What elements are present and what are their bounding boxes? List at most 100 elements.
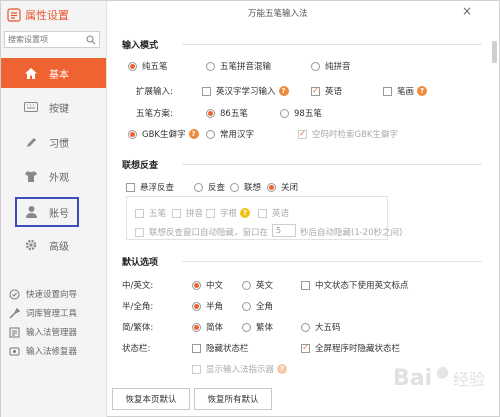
radio-control[interactable] [230,182,239,192]
close-icon[interactable]: × [462,4,472,18]
option-label: 空码时检索GBK生僻字 [312,130,398,140]
radio-pure-wubi[interactable]: 纯五笔 [128,60,168,72]
nav-label: 习惯 [49,138,69,150]
radio-full-width[interactable]: 全角 [242,300,273,312]
radio-associate[interactable]: 联想 [230,181,261,193]
radio-half-width[interactable]: 半角 [192,300,223,312]
check-auto-hide[interactable]: 联想反查窗口自动隐藏，窗口在 [135,226,268,238]
radio-simplified[interactable]: 简体 [192,321,223,333]
checkbox[interactable] [202,86,211,96]
checkbox[interactable] [135,227,144,237]
check-english[interactable]: ✓ 英语 [311,85,342,97]
checkbox[interactable] [258,208,267,218]
tool-dict-manager[interactable]: 词库管理工具 [9,305,77,321]
sidebar: 属性设置 基本 按键 习惯 外观 账号 高级 [1,1,107,417]
scrollbar[interactable] [491,31,499,346]
radio-gbk-rare[interactable]: GBK生僻字? [128,128,199,140]
search-box[interactable] [4,31,100,48]
restore-all-button[interactable]: 恢复所有默认 [194,388,272,410]
option-label: 英语 [325,87,343,97]
check-hide-status-bar[interactable]: 隐藏状态栏 [192,342,249,354]
option-label: 繁体 [256,323,274,333]
radio-traditional[interactable]: 繁体 [242,321,273,333]
radio-control[interactable] [128,129,137,139]
check-english-learning[interactable]: 英汉字学习输入? [202,85,289,97]
radio-control[interactable] [301,322,310,332]
tool-ime-repair[interactable]: 输入法修复器 [9,343,77,359]
check-show-indicator[interactable]: 显示输入法指示器? [192,363,288,375]
nav-item-account[interactable]: 账号 [15,197,79,227]
auto-hide-seconds-input[interactable]: 5 [272,224,296,237]
radio-control[interactable] [192,301,201,311]
checkbox[interactable] [383,86,392,96]
radio-control[interactable] [192,322,201,332]
nav-item-habits[interactable]: 习惯 [1,127,106,157]
nav-item-advanced[interactable]: 高级 [1,230,106,260]
checkbox[interactable]: ✓ [301,343,310,353]
check-sub-radical[interactable]: 字根? [206,207,251,219]
radio-pure-pinyin[interactable]: 纯拼音 [311,60,351,72]
tool-ime-manager[interactable]: 输入法管理器 [9,324,77,340]
nav-item-keys[interactable]: 按键 [1,92,106,122]
checkbox[interactable] [206,208,215,218]
radio-wubi-pinyin[interactable]: 五笔拼音混输 [206,60,271,72]
radio-control[interactable] [267,182,276,192]
help-icon[interactable]: ? [240,208,251,218]
radio-big5[interactable]: 大五码 [301,321,341,333]
scrollbar-thumb[interactable] [492,41,497,63]
option-label: 全角 [256,302,274,312]
radio-control[interactable] [280,108,289,118]
option-label: 联想反查窗口自动隐藏，窗口在 [149,228,269,238]
radio-control[interactable] [206,129,215,139]
check-sub-wubi[interactable]: 五笔 [135,207,166,219]
help-icon[interactable]: ? [188,129,199,139]
check-sub-pinyin[interactable]: 拼音 [172,207,203,219]
option-label: 悬浮反查 [140,183,175,193]
radio-control[interactable] [242,280,251,290]
radio-lookup[interactable]: 反查 [194,181,225,193]
help-icon[interactable]: ? [417,86,428,96]
search-icon[interactable] [86,34,96,45]
check-float-lookup[interactable]: 悬浮反查 [126,181,174,193]
nav-label: 高级 [49,241,69,253]
radio-common-chars[interactable]: 常用汉字 [206,128,254,140]
radio-control[interactable] [242,301,251,311]
check-hide-fullscreen[interactable]: ✓ 全屏程序时隐藏状态栏 [301,342,400,354]
shirt-icon [23,168,39,184]
radio-control[interactable] [194,182,203,192]
nav-item-appearance[interactable]: 外观 [1,161,106,191]
radio-control[interactable] [192,280,201,290]
radio-control[interactable] [206,61,215,71]
checkbox[interactable]: ✓ [311,86,320,96]
help-icon[interactable]: ? [278,86,289,96]
checkbox[interactable] [172,208,181,218]
check-english-punct[interactable]: 中文状态下使用英文标点 [301,279,409,291]
nav-item-basic[interactable]: 基本 [1,58,106,88]
radio-scheme-98[interactable]: 98五笔 [280,107,322,119]
check-sub-english[interactable]: 英语 [258,207,289,219]
nav-label: 外观 [49,172,69,184]
radio-control[interactable] [242,322,251,332]
help-icon[interactable]: ? [277,364,288,374]
pencil-icon [23,134,39,150]
radio-scheme-86[interactable]: 86五笔 [206,107,248,119]
radio-chinese[interactable]: 中文 [192,279,223,291]
checkbox[interactable] [126,182,135,192]
check-empty-search-gbk[interactable]: ✓ 空码时检索GBK生僻字 [298,128,398,140]
radio-control[interactable] [311,61,320,71]
option-label: 中文 [206,281,224,291]
restore-page-button[interactable]: 恢复本页默认 [112,388,190,410]
checkbox[interactable] [135,208,144,218]
radio-close[interactable]: 关闭 [267,181,298,193]
checkbox[interactable]: ✓ [298,129,307,139]
checkbox[interactable] [192,343,201,353]
radio-control[interactable] [206,108,215,118]
check-stroke[interactable]: 笔画? [383,85,428,97]
radio-english[interactable]: 英文 [242,279,273,291]
checkbox[interactable] [192,364,201,374]
radio-control[interactable] [128,61,137,71]
tool-quick-setup[interactable]: 快速设置向导 [9,286,77,302]
checkbox[interactable] [301,280,310,290]
option-label: GBK生僻字 [142,130,186,140]
search-input[interactable] [8,35,86,44]
